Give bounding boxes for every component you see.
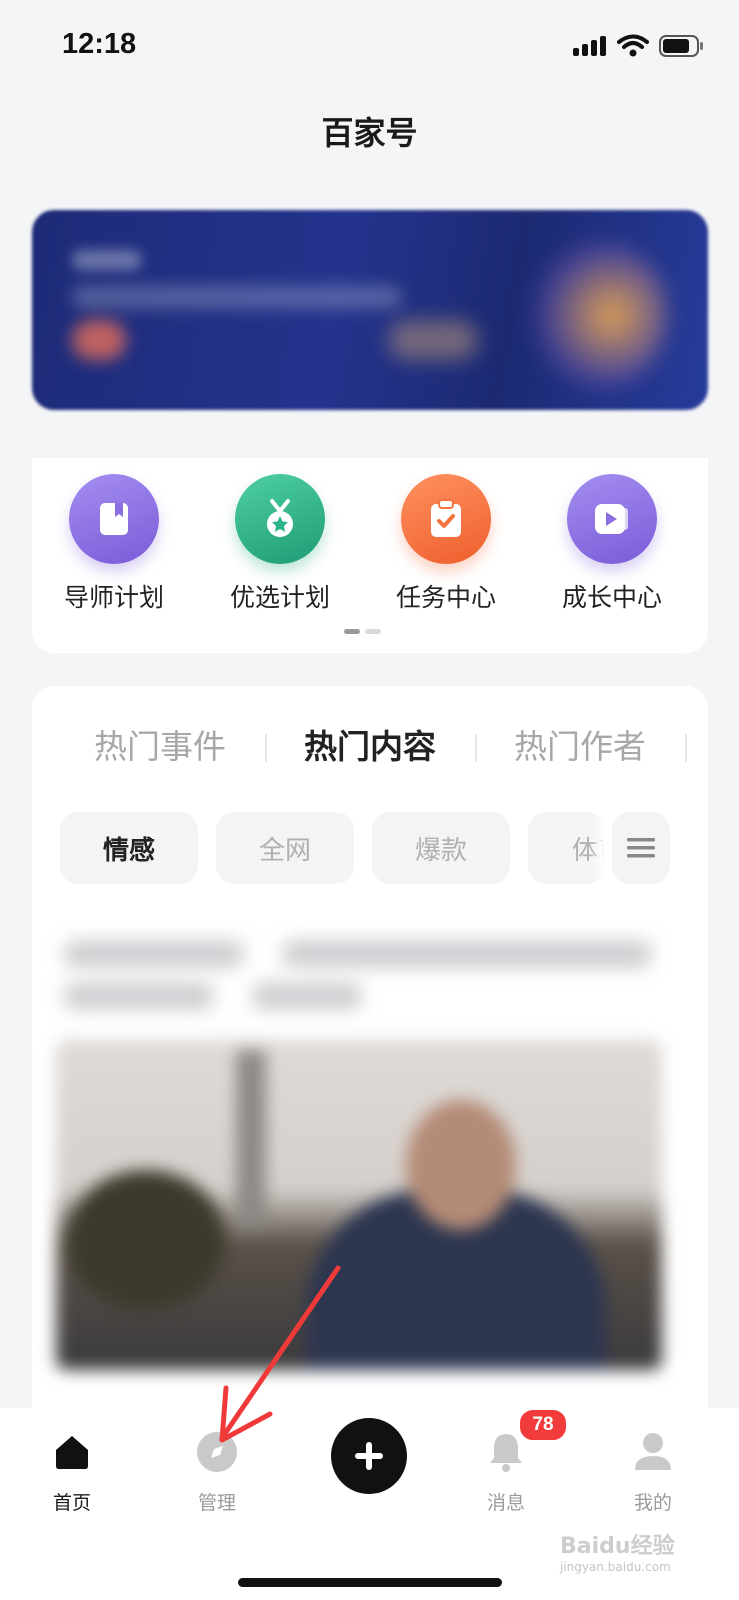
- banner-graphic: [388, 320, 478, 360]
- compass-icon: [167, 1430, 267, 1474]
- chip-sports[interactable]: 体育: [528, 812, 604, 884]
- medal-icon: [235, 474, 325, 564]
- tab-divider: [475, 734, 477, 762]
- quick-entry-select-plan[interactable]: 优选计划: [210, 474, 350, 614]
- message-count-badge: 78: [518, 1408, 568, 1442]
- battery-icon: [659, 35, 703, 57]
- hamburger-menu-icon: [627, 838, 655, 858]
- chip-all-web[interactable]: 全网: [216, 812, 354, 884]
- feed-title-blur: [252, 982, 362, 1010]
- baidu-watermark: Baidu经验 jingyan.baidu.com: [560, 1528, 675, 1574]
- banner-text-blur: [72, 250, 142, 270]
- tab-hot-events[interactable]: 热门事件: [94, 720, 226, 768]
- status-bar: 12:18: [0, 0, 739, 90]
- watermark-brand: Baidu经验: [560, 1534, 675, 1559]
- tab-divider: [685, 734, 687, 762]
- page-dot: [344, 629, 360, 634]
- feed-title-blur: [64, 940, 244, 968]
- feed-thumbnail: [56, 1040, 662, 1370]
- feed-title-blur: [64, 982, 214, 1010]
- tab-messages[interactable]: 消息: [456, 1430, 556, 1515]
- user-icon: [603, 1430, 703, 1474]
- chip-viral[interactable]: 爆款: [372, 812, 510, 884]
- tab-hot-authors[interactable]: 热门作者: [514, 720, 646, 768]
- video-play-icon: [567, 474, 657, 564]
- tab-divider: [265, 734, 267, 762]
- signal-icon: [573, 36, 606, 56]
- page-dot: [365, 629, 381, 634]
- banner-rocket-graphic: [528, 240, 668, 390]
- hot-content-card: 热门事件 热门内容 热门作者 情感 全网 爆款 体育: [32, 686, 708, 1446]
- banner-badge-blur: [72, 320, 126, 360]
- clipboard-check-icon: [401, 474, 491, 564]
- home-icon: [22, 1430, 122, 1474]
- home-indicator[interactable]: [238, 1578, 502, 1587]
- status-icons: [573, 34, 705, 58]
- chip-emotion[interactable]: 情感: [60, 812, 198, 884]
- tab-hot-content[interactable]: 热门内容: [304, 720, 436, 768]
- quick-entry-label: 导师计划: [63, 583, 164, 612]
- quick-entry-growth-center[interactable]: 成长中心: [542, 474, 682, 614]
- page-indicator: [344, 629, 381, 634]
- tab-home-label: 首页: [52, 1492, 91, 1514]
- quick-entry-label: 成长中心: [561, 583, 662, 612]
- publish-button[interactable]: [331, 1418, 407, 1494]
- tab-manage-label: 管理: [197, 1492, 236, 1514]
- feed-item[interactable]: [42, 922, 678, 1446]
- tab-mine-label: 我的: [633, 1492, 672, 1514]
- status-time: 12:18: [62, 28, 137, 60]
- tab-messages-label: 消息: [486, 1492, 525, 1514]
- chip-sports-label: 体育: [572, 835, 604, 866]
- tab-mine[interactable]: 我的: [603, 1430, 703, 1515]
- page-title: 百家号: [321, 114, 418, 152]
- watermark-url: jingyan.baidu.com: [560, 1560, 671, 1574]
- plus-icon: [355, 1442, 383, 1470]
- bookmark-book-icon: [69, 474, 159, 564]
- quick-entry-mentor-plan[interactable]: 导师计划: [44, 474, 184, 614]
- tab-home[interactable]: 首页: [22, 1430, 122, 1515]
- quick-entry-task-center[interactable]: 任务中心: [376, 474, 516, 614]
- wifi-icon: [617, 34, 649, 57]
- feed-title-blur: [282, 940, 652, 968]
- banner-text-blur: [72, 286, 402, 308]
- quick-entry-label: 优选计划: [229, 583, 330, 612]
- hot-tabs: 热门事件 热门内容 热门作者: [32, 720, 708, 776]
- category-menu-button[interactable]: [612, 812, 670, 884]
- promo-banner[interactable]: [32, 210, 708, 410]
- tab-manage[interactable]: 管理: [167, 1430, 267, 1515]
- quick-entry-label: 任务中心: [395, 583, 496, 612]
- quick-entries-card: 导师计划 优选计划 任务中心 成长中心: [32, 458, 708, 653]
